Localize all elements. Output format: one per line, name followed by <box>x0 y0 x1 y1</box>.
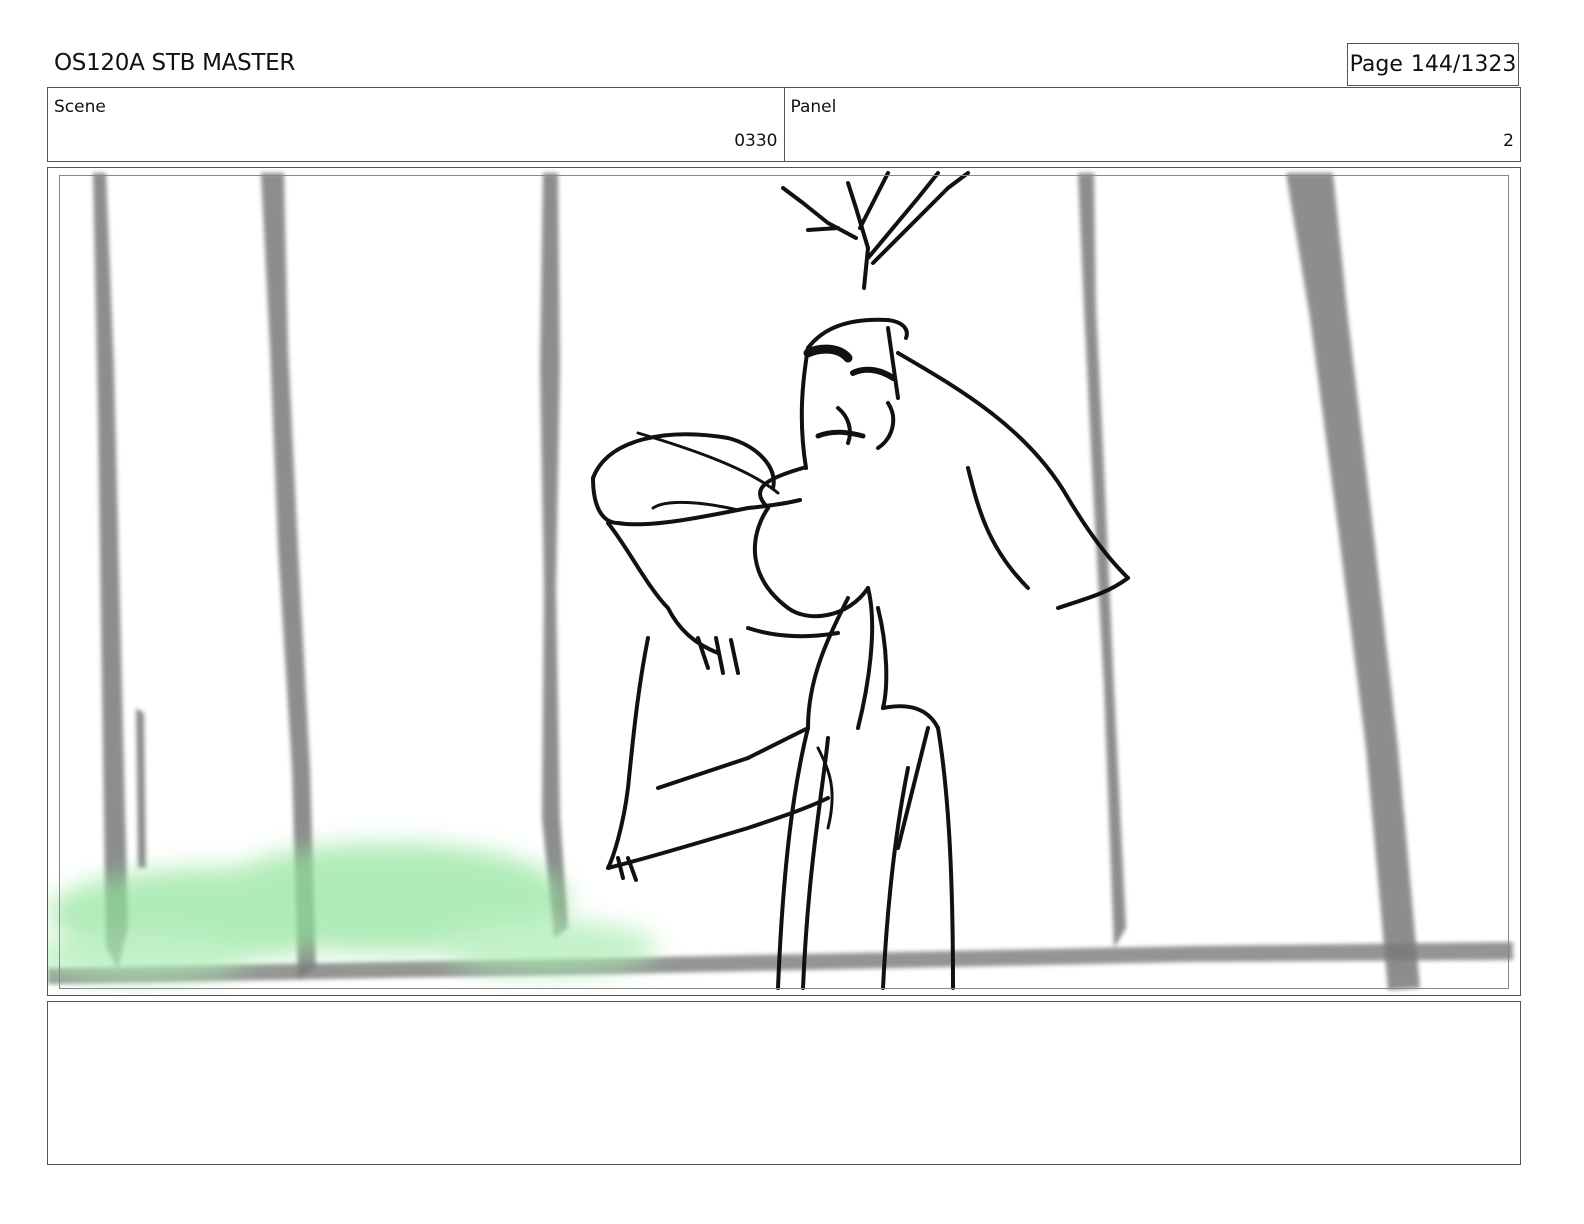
scene-cell: Scene 0330 <box>48 88 784 161</box>
page-indicator: Page 144/1323 <box>1347 43 1519 86</box>
panel-label: Panel <box>790 97 837 117</box>
panel-cell: Panel 2 <box>783 88 1521 161</box>
safe-area-border <box>59 175 1509 989</box>
storyboard-frame <box>47 167 1521 996</box>
page-number: 144/1323 <box>1410 52 1517 77</box>
scene-panel-row: Scene 0330 Panel 2 <box>47 87 1521 162</box>
scene-label: Scene <box>54 97 106 117</box>
action-notes-box <box>47 1001 1521 1165</box>
scene-number: 0330 <box>734 131 778 151</box>
panel-number: 2 <box>1503 131 1514 151</box>
page-label: Page <box>1349 52 1403 77</box>
document-title: OS120A STB MASTER <box>54 50 296 76</box>
